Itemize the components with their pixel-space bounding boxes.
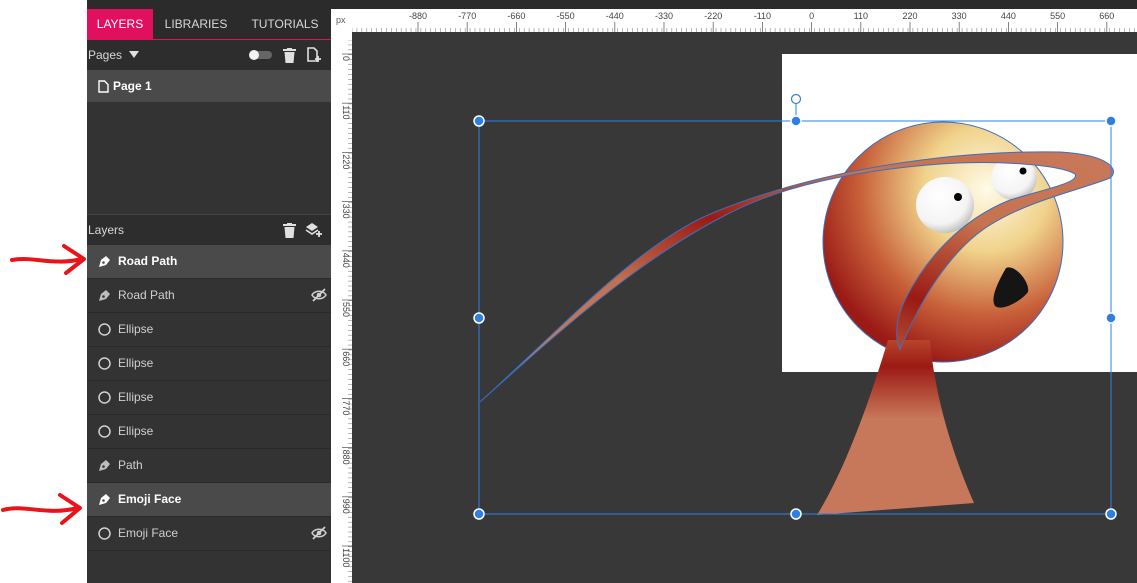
handle-bottom-left[interactable] <box>473 508 485 520</box>
pen-icon <box>99 460 110 471</box>
toggle-switch[interactable] <box>248 49 274 61</box>
ruler-label: 220 <box>341 154 351 169</box>
layer-label: Ellipse <box>118 390 154 404</box>
handle-top-left[interactable] <box>473 115 485 127</box>
ruler-label: -330 <box>655 11 673 21</box>
tab-tutorials[interactable]: TUTORIALS <box>239 9 331 39</box>
page-icon <box>98 80 109 93</box>
ruler-label: 110 <box>854 11 868 21</box>
layer-item[interactable]: Ellipse <box>87 415 331 449</box>
page-label: Page 1 <box>113 79 152 93</box>
pupil-left[interactable] <box>954 193 962 201</box>
panel-tabs: LAYERS LIBRARIES TUTORIALS <box>87 9 331 40</box>
ruler-label: 660 <box>341 351 351 366</box>
layer-label: Emoji Face <box>118 526 179 540</box>
layers-header: Layers <box>87 214 331 246</box>
layer-item[interactable]: Road Path <box>87 279 331 313</box>
ruler-label: -770 <box>458 11 476 21</box>
ruler-label: 550 <box>341 302 351 317</box>
ellipse-icon <box>98 391 111 404</box>
layer-item[interactable]: Emoji Face <box>87 517 331 551</box>
ruler-label: 550 <box>1050 11 1065 21</box>
eye-left[interactable] <box>916 177 974 233</box>
pen-icon <box>99 494 110 505</box>
tab-layers[interactable]: LAYERS <box>87 9 153 39</box>
trash-icon[interactable] <box>283 223 296 238</box>
layer-label: Emoji Face <box>118 492 182 506</box>
layer-item[interactable]: Ellipse <box>87 313 331 347</box>
handle-middle-right[interactable] <box>1105 312 1117 324</box>
layer-label: Ellipse <box>118 424 154 438</box>
handle-top-center[interactable] <box>790 115 802 127</box>
tab-libraries[interactable]: LIBRARIES <box>153 9 239 39</box>
ruler-label: 110 <box>341 105 351 119</box>
ruler-unit-label: px <box>336 15 346 25</box>
ellipse-icon <box>98 357 111 370</box>
ruler-label: 770 <box>341 400 351 415</box>
layer-item[interactable]: Path <box>87 449 331 483</box>
vertical-ruler[interactable]: 011022033044055066077088099011001 <box>331 40 353 583</box>
chevron-down-icon[interactable] <box>129 51 139 59</box>
rotation-handle[interactable] <box>790 93 802 105</box>
layers-label: Layers <box>88 223 125 237</box>
ellipse-icon <box>98 323 111 336</box>
handle-middle-left[interactable] <box>473 312 485 324</box>
handle-bottom-right[interactable] <box>1105 508 1117 520</box>
page-item[interactable]: Page 1 <box>87 70 331 102</box>
add-page-icon[interactable] <box>307 47 322 63</box>
ruler-label: 440 <box>341 253 351 268</box>
layer-item[interactable]: Ellipse <box>87 347 331 381</box>
horizontal-ruler[interactable]: -880 -770 -660 -550 -440 -330 -220 -110 0 110 220 3… <box>352 9 1137 33</box>
ruler-label: -220 <box>704 11 722 21</box>
pen-icon <box>99 290 110 301</box>
layer-item[interactable]: Emoji Face <box>87 483 331 517</box>
panel-top-strip <box>87 0 331 9</box>
pages-label: Pages <box>88 48 123 62</box>
layer-label: Ellipse <box>118 356 154 370</box>
ruler-label: 1100 <box>341 548 351 567</box>
ruler-corner: px <box>331 9 352 40</box>
ruler-label: -660 <box>507 11 525 21</box>
eye-off-icon[interactable] <box>311 288 327 302</box>
ellipse-icon <box>98 527 111 540</box>
eye-off-icon[interactable] <box>311 526 327 540</box>
layer-label: Road Path <box>118 254 178 268</box>
pen-icon <box>99 256 110 267</box>
handle-top-right[interactable] <box>1105 115 1117 127</box>
ruler-label: -110 <box>754 11 771 21</box>
canvas-drawing <box>473 93 1117 520</box>
ruler-label: -880 <box>409 11 427 21</box>
ruler-label: 220 <box>902 11 917 21</box>
pupil-right[interactable] <box>1019 167 1027 175</box>
toolbar-strip <box>331 0 1137 9</box>
pages-list: Page 1 <box>87 70 331 213</box>
ruler-label: 330 <box>952 11 967 21</box>
ruler-label: 0 <box>341 56 351 61</box>
ruler-label: -550 <box>557 11 575 21</box>
layer-label: Road Path <box>118 288 175 302</box>
add-layer-icon[interactable] <box>305 222 323 238</box>
trash-icon[interactable] <box>283 48 296 63</box>
ruler-label: 330 <box>341 204 351 219</box>
layer-label: Path <box>118 458 143 472</box>
layers-list: Road Path Road Path Ellipse Ellipse Elli… <box>87 245 331 583</box>
ruler-label: 440 <box>1001 11 1016 21</box>
ruler-label: 0 <box>809 11 814 21</box>
layer-label: Ellipse <box>118 322 154 336</box>
layer-item[interactable]: Road Path <box>87 245 331 279</box>
pages-header: Pages <box>87 40 331 70</box>
ruler-label: 990 <box>341 499 351 514</box>
annotation-arrow-emoji-face <box>1 493 82 525</box>
ruler-label: 880 <box>341 450 351 465</box>
ellipse-icon <box>98 425 111 438</box>
layer-item[interactable]: Ellipse <box>87 381 331 415</box>
handle-bottom-center[interactable] <box>790 508 802 520</box>
ruler-label: -440 <box>606 11 624 21</box>
trunk-path[interactable] <box>817 340 974 515</box>
annotation-arrow-road-path <box>10 244 86 275</box>
ruler-label: 660 <box>1099 11 1114 21</box>
